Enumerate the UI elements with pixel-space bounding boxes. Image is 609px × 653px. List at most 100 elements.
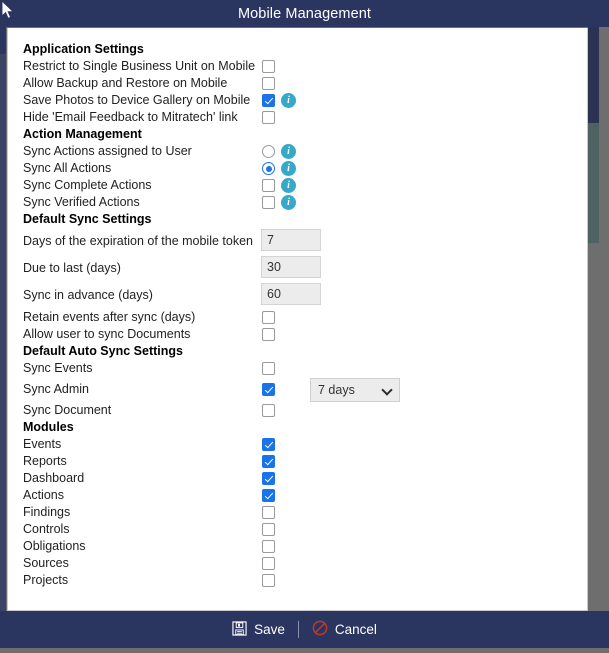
window-bottom-strip: [0, 648, 609, 653]
setting-label: Hide 'Email Feedback to Mitratech' link: [23, 110, 238, 124]
setting-label: Obligations: [23, 539, 86, 553]
setting-row: Findings: [8, 504, 587, 521]
setting-row: Retain events after sync (days): [8, 309, 587, 326]
sync-interval-select[interactable]: 7 days: [310, 378, 400, 402]
setting-row: Due to last (days): [8, 255, 587, 282]
setting-label: Restrict to Single Business Unit on Mobi…: [23, 59, 256, 73]
setting-label: Sync Verified Actions: [23, 195, 140, 209]
setting-checkbox[interactable]: [262, 574, 275, 587]
window-left-rail: [0, 27, 6, 611]
setting-label: Retain events after sync (days): [23, 310, 196, 324]
setting-checkbox[interactable]: [262, 506, 275, 519]
setting-row: Sync in advance (days): [8, 282, 587, 309]
save-label: Save: [254, 622, 285, 637]
setting-checkbox[interactable]: [262, 404, 275, 417]
scrollbar-thumb[interactable]: [588, 27, 599, 123]
setting-checkbox[interactable]: [262, 438, 275, 451]
setting-row: Sync Document: [8, 402, 587, 419]
setting-row: Actions: [8, 487, 587, 504]
setting-row: Sources: [8, 555, 587, 572]
setting-checkbox[interactable]: [262, 362, 275, 375]
section-heading: Action Management: [8, 126, 587, 143]
cancel-icon: [312, 620, 328, 639]
section-heading-label: Action Management: [23, 127, 142, 141]
setting-row: Days of the expiration of the mobile tok…: [8, 228, 587, 255]
setting-label: Allow user to sync Documents: [23, 327, 191, 341]
setting-radio[interactable]: [262, 162, 275, 175]
info-icon[interactable]: i: [281, 178, 296, 193]
setting-label: Due to last (days): [23, 261, 121, 275]
setting-checkbox[interactable]: [262, 523, 275, 536]
scrollbar-track-segment[interactable]: [588, 123, 599, 243]
setting-row: Reports: [8, 453, 587, 470]
setting-label: Projects: [23, 573, 69, 587]
setting-checkbox[interactable]: [262, 383, 275, 396]
setting-row: Sync Actions assigned to User i: [8, 143, 587, 160]
setting-radio[interactable]: [262, 145, 275, 158]
setting-text-input[interactable]: [261, 229, 321, 251]
info-icon[interactable]: i: [281, 144, 296, 159]
setting-row: Allow Backup and Restore on Mobile: [8, 75, 587, 92]
footer-separator: [297, 621, 299, 638]
setting-row: Hide 'Email Feedback to Mitratech' link: [8, 109, 587, 126]
section-heading-label: Default Auto Sync Settings: [23, 344, 183, 358]
setting-row: Sync Admin 7 days: [8, 377, 587, 402]
info-icon[interactable]: i: [281, 161, 296, 176]
setting-checkbox[interactable]: [262, 489, 275, 502]
info-icon[interactable]: i: [281, 195, 296, 210]
setting-label: Sync in advance (days): [23, 288, 153, 302]
setting-checkbox[interactable]: [262, 77, 275, 90]
setting-checkbox[interactable]: [262, 196, 275, 209]
setting-label: Allow Backup and Restore on Mobile: [23, 76, 228, 90]
setting-text-input[interactable]: [261, 256, 321, 278]
setting-label: Days of the expiration of the mobile tok…: [23, 234, 253, 248]
setting-checkbox[interactable]: [262, 472, 275, 485]
setting-row: Save Photos to Device Gallery on Mobile i: [8, 92, 587, 109]
setting-label: Sync All Actions: [23, 161, 112, 175]
setting-label: Sync Admin: [23, 382, 90, 396]
save-button[interactable]: Save: [232, 620, 285, 639]
setting-checkbox[interactable]: [262, 179, 275, 192]
section-heading-label: Default Sync Settings: [23, 212, 152, 226]
setting-label: Sync Events: [23, 361, 93, 375]
save-icon: [232, 620, 247, 639]
info-icon[interactable]: i: [281, 93, 296, 108]
window-title: Mobile Management: [237, 5, 372, 22]
setting-label: Save Photos to Device Gallery on Mobile: [23, 93, 251, 107]
setting-label: Actions: [23, 488, 64, 502]
setting-checkbox[interactable]: [262, 328, 275, 341]
setting-row: Sync Verified Actions i: [8, 194, 587, 211]
setting-row: Projects: [8, 572, 587, 589]
setting-label: Dashboard: [23, 471, 85, 485]
cancel-label: Cancel: [334, 622, 377, 637]
section-heading-label: Application Settings: [23, 42, 144, 56]
setting-row: Sync All Actions i: [8, 160, 587, 177]
section-heading: Default Auto Sync Settings: [8, 343, 587, 360]
cancel-button[interactable]: Cancel: [312, 620, 377, 639]
section-heading: Default Sync Settings: [8, 211, 587, 228]
setting-label: Reports: [23, 454, 67, 468]
setting-label: Findings: [23, 505, 71, 519]
setting-label: Sync Actions assigned to User: [23, 144, 192, 158]
setting-checkbox[interactable]: [262, 455, 275, 468]
setting-label: Controls: [23, 522, 70, 536]
setting-label: Sync Document: [23, 403, 112, 417]
setting-label: Sources: [23, 556, 69, 570]
setting-checkbox[interactable]: [262, 540, 275, 553]
setting-checkbox[interactable]: [262, 111, 275, 124]
setting-row: Restrict to Single Business Unit on Mobi…: [8, 58, 587, 75]
setting-row: Obligations: [8, 538, 587, 555]
setting-checkbox[interactable]: [262, 311, 275, 324]
setting-text-input[interactable]: [261, 283, 321, 305]
setting-row: Controls: [8, 521, 587, 538]
setting-checkbox[interactable]: [262, 557, 275, 570]
setting-checkbox[interactable]: [262, 94, 275, 107]
setting-checkbox[interactable]: [262, 60, 275, 73]
setting-label: Events: [23, 437, 62, 451]
window-scrollbar[interactable]: [588, 27, 609, 611]
window-titlebar: Mobile Management: [0, 0, 609, 27]
section-heading-label: Modules: [23, 420, 74, 434]
settings-panel: Application Settings Restrict to Single B…: [7, 28, 588, 611]
section-heading: Modules: [8, 419, 587, 436]
setting-row: Sync Events: [8, 360, 587, 377]
